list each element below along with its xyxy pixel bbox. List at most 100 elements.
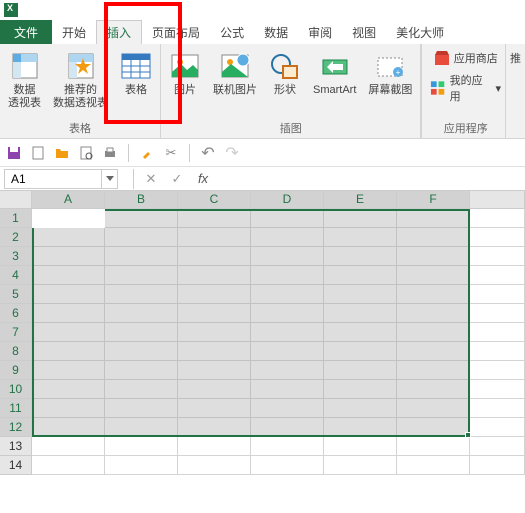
- cell[interactable]: [251, 285, 324, 304]
- cell[interactable]: [251, 323, 324, 342]
- cell[interactable]: [105, 437, 178, 456]
- cell[interactable]: [32, 342, 105, 361]
- name-box[interactable]: A1: [4, 169, 102, 189]
- cell[interactable]: [32, 285, 105, 304]
- row-header-2[interactable]: 2: [0, 228, 32, 247]
- cell[interactable]: [397, 456, 470, 475]
- cell[interactable]: [251, 209, 324, 228]
- cell[interactable]: [105, 304, 178, 323]
- row-header-10[interactable]: 10: [0, 380, 32, 399]
- online-picture-button[interactable]: 联机图片: [207, 48, 263, 120]
- cell[interactable]: [32, 304, 105, 323]
- cell[interactable]: [178, 418, 251, 437]
- tab-file[interactable]: 文件: [0, 20, 52, 44]
- cell[interactable]: [105, 418, 178, 437]
- cell[interactable]: [178, 342, 251, 361]
- formula-enter-icon[interactable]: ✓: [168, 171, 186, 187]
- cell[interactable]: [32, 456, 105, 475]
- smartart-button[interactable]: SmartArt: [307, 48, 362, 120]
- table-button[interactable]: 表格: [114, 48, 158, 120]
- cell[interactable]: [32, 361, 105, 380]
- cell[interactable]: [32, 247, 105, 266]
- column-header-B[interactable]: B: [105, 191, 178, 209]
- cell[interactable]: [470, 304, 525, 323]
- cell[interactable]: [251, 228, 324, 247]
- cell[interactable]: [470, 228, 525, 247]
- cell[interactable]: [178, 323, 251, 342]
- cell[interactable]: [397, 209, 470, 228]
- qat-undo-icon[interactable]: ↶: [200, 145, 216, 161]
- cell[interactable]: [470, 380, 525, 399]
- cell[interactable]: [32, 437, 105, 456]
- row-header-7[interactable]: 7: [0, 323, 32, 342]
- formula-cancel-icon[interactable]: ✕: [142, 171, 160, 187]
- cell[interactable]: [251, 361, 324, 380]
- cell[interactable]: [32, 418, 105, 437]
- cell[interactable]: [324, 209, 397, 228]
- cell[interactable]: [178, 399, 251, 418]
- cell[interactable]: [251, 380, 324, 399]
- column-header[interactable]: [470, 191, 525, 209]
- shapes-button[interactable]: 形状: [263, 48, 307, 120]
- my-apps-button[interactable]: 我的应用 ▾: [430, 72, 501, 104]
- select-all-corner[interactable]: [0, 191, 32, 209]
- cell[interactable]: [105, 323, 178, 342]
- cell[interactable]: [397, 399, 470, 418]
- cell[interactable]: [397, 228, 470, 247]
- cell[interactable]: [397, 380, 470, 399]
- cell[interactable]: [32, 323, 105, 342]
- cell[interactable]: [251, 247, 324, 266]
- cell[interactable]: [32, 209, 105, 228]
- cell[interactable]: [178, 209, 251, 228]
- cell[interactable]: [324, 266, 397, 285]
- cell[interactable]: [32, 266, 105, 285]
- cell[interactable]: [397, 247, 470, 266]
- screenshot-button[interactable]: + 屏幕截图: [362, 48, 418, 120]
- cell[interactable]: [324, 247, 397, 266]
- cell[interactable]: [105, 266, 178, 285]
- row-header-6[interactable]: 6: [0, 304, 32, 323]
- qat-brush-icon[interactable]: [139, 145, 155, 161]
- cell[interactable]: [32, 380, 105, 399]
- cell[interactable]: [470, 266, 525, 285]
- cell[interactable]: [397, 437, 470, 456]
- picture-button[interactable]: 图片: [163, 48, 207, 120]
- recommended-pivot-button[interactable]: 推荐的 数据透视表: [47, 48, 114, 120]
- row-header-13[interactable]: 13: [0, 437, 32, 456]
- column-header-A[interactable]: A: [32, 191, 105, 209]
- row-header-5[interactable]: 5: [0, 285, 32, 304]
- tab-insert[interactable]: 插入: [96, 20, 142, 44]
- cell[interactable]: [324, 228, 397, 247]
- row-header-1[interactable]: 1: [0, 209, 32, 228]
- cell[interactable]: [470, 361, 525, 380]
- cell[interactable]: [470, 399, 525, 418]
- cell[interactable]: [178, 228, 251, 247]
- cell[interactable]: [251, 437, 324, 456]
- cell[interactable]: [397, 418, 470, 437]
- cell[interactable]: [251, 304, 324, 323]
- cell[interactable]: [178, 247, 251, 266]
- cell[interactable]: [324, 456, 397, 475]
- cell[interactable]: [397, 342, 470, 361]
- cell[interactable]: [324, 418, 397, 437]
- cell[interactable]: [324, 285, 397, 304]
- cell[interactable]: [251, 342, 324, 361]
- cell[interactable]: [105, 285, 178, 304]
- cell[interactable]: [32, 228, 105, 247]
- app-store-button[interactable]: 应用商店: [434, 50, 498, 66]
- fx-button[interactable]: fx: [194, 171, 212, 186]
- cell[interactable]: [470, 323, 525, 342]
- cell[interactable]: [178, 456, 251, 475]
- tab-layout[interactable]: 页面布局: [142, 20, 210, 44]
- cell[interactable]: [178, 437, 251, 456]
- cell[interactable]: [324, 399, 397, 418]
- tab-home[interactable]: 开始: [52, 20, 96, 44]
- cell[interactable]: [178, 380, 251, 399]
- cell[interactable]: [105, 399, 178, 418]
- tab-beautify[interactable]: 美化大师: [386, 20, 454, 44]
- column-header-C[interactable]: C: [178, 191, 251, 209]
- qat-cut-icon[interactable]: ✂: [163, 145, 179, 161]
- cell[interactable]: [32, 399, 105, 418]
- tab-formulas[interactable]: 公式: [210, 20, 254, 44]
- cell[interactable]: [324, 323, 397, 342]
